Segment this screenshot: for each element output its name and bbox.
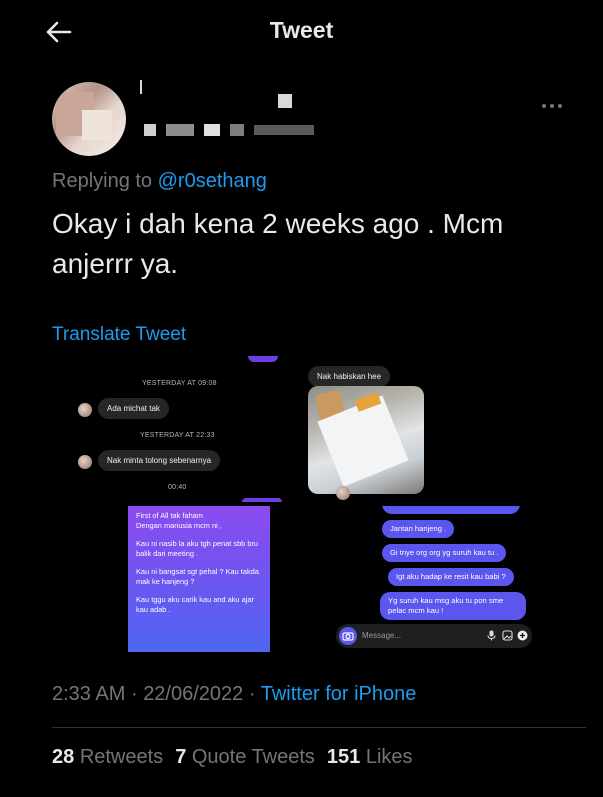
bubble-edge bbox=[242, 498, 282, 502]
message-line: First of All tak faham bbox=[136, 511, 203, 520]
tweet-stats: 28 Retweets 7 Quote Tweets 151 Likes bbox=[52, 746, 413, 769]
tweet-text: Okay i dah kena 2 weeks ago . Mcm anjerr… bbox=[52, 208, 504, 279]
author-handle-blurred[interactable] bbox=[144, 124, 314, 136]
retweets-label: Retweets bbox=[79, 746, 164, 768]
receipt-photo bbox=[308, 386, 424, 494]
replying-to: Replying to @r0sethang bbox=[52, 170, 267, 193]
meta-separator: · bbox=[130, 683, 138, 705]
message-bubble: Gi tnye org org yg suruh kau tu . bbox=[382, 544, 507, 562]
plus-circle-icon bbox=[517, 630, 528, 641]
timestamp: YESTERDAY AT 22:33 bbox=[140, 432, 215, 439]
author-name-blurred[interactable] bbox=[140, 80, 292, 108]
message-bubble: Yg suruh kau msg aku tu pon sme pelac mc… bbox=[380, 592, 526, 620]
camera-icon bbox=[339, 627, 357, 645]
message-paragraph: Kau ni nasib la aku tgh penat sbb bru ba… bbox=[136, 539, 259, 558]
long-message-bubble: First of All tak faham Dengan manusia mc… bbox=[128, 506, 270, 652]
message-bubble: Jantan hanjeng . bbox=[382, 520, 455, 538]
timestamp: YESTERDAY AT 09:08 bbox=[142, 380, 217, 387]
message-bubble: Nak habiskan hee bbox=[308, 366, 391, 387]
translate-tweet-link[interactable]: Translate Tweet bbox=[52, 324, 186, 346]
contact-avatar bbox=[336, 486, 350, 500]
tweet-source-link[interactable]: Twitter for iPhone bbox=[261, 683, 417, 705]
media-image-2[interactable]: Nak habiskan hee bbox=[306, 356, 552, 502]
reply-handle-link[interactable]: @r0sethang bbox=[158, 170, 267, 192]
tweet-date: 22/06/2022 bbox=[143, 683, 244, 705]
media-image-3[interactable]: First of All tak faham Dengan manusia mc… bbox=[52, 506, 298, 652]
divider bbox=[52, 727, 586, 728]
more-options-button[interactable] bbox=[532, 96, 572, 116]
top-bar: Tweet bbox=[0, 0, 603, 62]
quote-tweets-count: 7 bbox=[175, 746, 187, 768]
more-dot-icon bbox=[550, 104, 554, 108]
microphone-icon bbox=[487, 630, 496, 641]
tweet-meta: 2:33 AM · 22/06/2022 · Twitter for iPhon… bbox=[52, 683, 416, 706]
replying-prefix: Replying to bbox=[52, 170, 153, 192]
bubble-edge bbox=[382, 506, 520, 514]
likes-label: Likes bbox=[365, 746, 413, 768]
more-dot-icon bbox=[542, 104, 546, 108]
contact-avatar bbox=[78, 455, 92, 469]
message-placeholder: Message... bbox=[362, 631, 402, 640]
quote-tweets-stat[interactable]: 7 Quote Tweets bbox=[175, 746, 315, 769]
message-paragraph: Kau tggu aku carik kau and aku ajar kau … bbox=[136, 595, 254, 614]
more-dot-icon bbox=[558, 104, 562, 108]
retweets-stat[interactable]: 28 Retweets bbox=[52, 746, 163, 769]
message-line: Dengan manusia mcm ni , bbox=[136, 521, 222, 530]
message-bubble: Igt aku hadap ke resit kau babi ? bbox=[388, 568, 514, 586]
message-paragraph: Kau ni bangsat sgt pehal ? Kau takda mak… bbox=[136, 567, 259, 586]
page-title: Tweet bbox=[269, 17, 334, 43]
tweet-time: 2:33 AM bbox=[52, 683, 126, 705]
bubble-edge bbox=[248, 356, 278, 362]
contact-avatar bbox=[78, 403, 92, 417]
tweet-author bbox=[52, 80, 572, 162]
timestamp: 00:40 bbox=[168, 484, 187, 491]
message-bubble: Nak minta tolong sebenarnya bbox=[98, 450, 221, 471]
gallery-icon bbox=[502, 630, 513, 641]
likes-stat[interactable]: 151 Likes bbox=[327, 746, 413, 769]
message-bubble: Ada michat tak bbox=[98, 398, 169, 419]
media-image-4[interactable]: Jantan hanjeng . Gi tnye org org yg suru… bbox=[306, 506, 552, 652]
media-grid: YESTERDAY AT 09:08 Ada michat tak YESTER… bbox=[52, 356, 552, 652]
meta-separator: · bbox=[248, 683, 256, 705]
avatar[interactable] bbox=[52, 82, 126, 156]
quote-tweets-label: Quote Tweets bbox=[191, 746, 315, 768]
media-image-1[interactable]: YESTERDAY AT 09:08 Ada michat tak YESTER… bbox=[52, 356, 298, 502]
likes-count: 151 bbox=[326, 746, 361, 768]
message-composer: Message... bbox=[336, 624, 532, 648]
retweets-count: 28 bbox=[52, 746, 75, 768]
